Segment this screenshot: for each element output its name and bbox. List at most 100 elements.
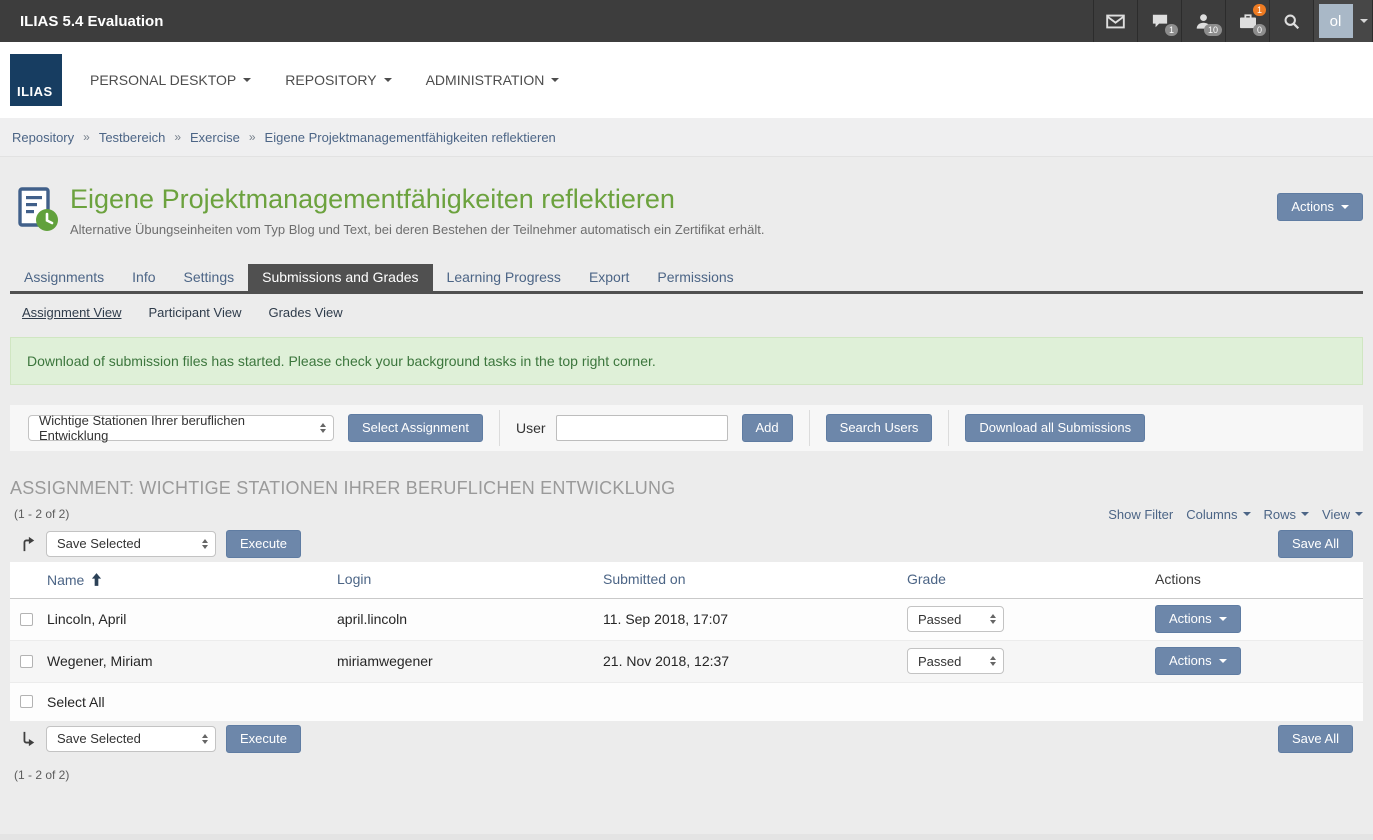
breadcrumb: Repository » Testbereich » Exercise » Ei… [0, 118, 1373, 157]
nav-personal-desktop[interactable]: PERSONAL DESKTOP [90, 72, 251, 88]
tab-bar: Assignments Info Settings Submissions an… [10, 264, 1363, 291]
top-bar: ILIAS 5.4 Evaluation 1 10 1 0 ol [0, 0, 1373, 42]
select-spinner-icon [990, 614, 996, 624]
chat-badge: 1 [1165, 24, 1178, 36]
row-actions-button[interactable]: Actions [1155, 647, 1241, 675]
bulk-actions-bottom: Save Selected Execute Save All [10, 721, 1363, 757]
main-header: ILIAS PERSONAL DESKTOP REPOSITORY ADMINI… [0, 42, 1373, 118]
tab-permissions[interactable]: Permissions [643, 264, 747, 291]
breadcrumb-testbereich[interactable]: Testbereich [99, 130, 165, 145]
table-row: Wegener, Miriam miriamwegener 21. Nov 20… [10, 641, 1363, 683]
execute-button-top[interactable]: Execute [226, 530, 301, 558]
envelope-icon [1106, 14, 1125, 29]
show-filter-link[interactable]: Show Filter [1108, 507, 1173, 522]
divider [948, 410, 949, 446]
bulk-action-select[interactable]: Save Selected [46, 726, 216, 752]
breadcrumb-separator: » [83, 130, 90, 144]
users-badge: 10 [1204, 24, 1222, 36]
ilias-logo[interactable]: ILIAS [10, 54, 62, 106]
selector-panel: Wichtige Stationen Ihrer beruflichen Ent… [10, 405, 1363, 451]
participant-login: april.lincoln [337, 611, 407, 627]
sort-ascending-icon [91, 573, 102, 586]
users-icon[interactable]: 10 [1181, 0, 1225, 42]
result-range: (1 - 2 of 2) [10, 507, 69, 521]
table-toolbar: (1 - 2 of 2) Show Filter Columns Rows Vi… [10, 507, 1363, 522]
row-checkbox[interactable] [20, 613, 33, 626]
save-all-button-top[interactable]: Save All [1278, 530, 1353, 558]
main-nav: PERSONAL DESKTOP REPOSITORY ADMINISTRATI… [90, 72, 559, 88]
chevron-down-icon [1360, 19, 1368, 23]
select-spinner-icon [202, 539, 208, 549]
submissions-table: Save Selected Execute Save All Name Logi… [10, 526, 1363, 757]
tasks-new-badge: 1 [1253, 4, 1266, 16]
subtab-assignment-view[interactable]: Assignment View [22, 305, 121, 320]
page-bottom-strip [0, 834, 1373, 840]
column-header-name[interactable]: Name [47, 572, 84, 588]
search-icon[interactable] [1269, 0, 1313, 42]
column-header-login[interactable]: Login [337, 571, 371, 587]
background-tasks-icon[interactable]: 1 0 [1225, 0, 1269, 42]
column-header-actions: Actions [1155, 571, 1201, 587]
breadcrumb-exercise[interactable]: Exercise [190, 130, 240, 145]
submitted-on: 21. Nov 2018, 12:37 [603, 653, 729, 669]
page-actions-button[interactable]: Actions [1277, 193, 1363, 221]
tab-learning-progress[interactable]: Learning Progress [433, 264, 575, 291]
breadcrumb-repository[interactable]: Repository [12, 130, 74, 145]
tab-assignments[interactable]: Assignments [10, 264, 118, 291]
magnifier-icon [1283, 13, 1300, 30]
bulk-action-select[interactable]: Save Selected [46, 531, 216, 557]
select-spinner-icon [320, 423, 326, 433]
select-all-checkbox[interactable] [20, 695, 33, 708]
search-users-button[interactable]: Search Users [826, 414, 933, 442]
grade-select[interactable]: Passed [907, 648, 1004, 674]
tasks-done-badge: 0 [1253, 24, 1266, 36]
tab-settings[interactable]: Settings [170, 264, 249, 291]
column-header-grade[interactable]: Grade [907, 571, 946, 587]
subtab-grades-view[interactable]: Grades View [268, 305, 342, 320]
tab-submissions-and-grades[interactable]: Submissions and Grades [248, 264, 432, 291]
chevron-down-icon [1355, 512, 1363, 516]
title-block: Eigene Projektmanagementfähigkeiten refl… [70, 185, 764, 237]
topbar-icon-group: 1 10 1 0 ol [1093, 0, 1373, 42]
user-label: User [516, 420, 546, 436]
download-all-submissions-button[interactable]: Download all Submissions [965, 414, 1145, 442]
user-input[interactable] [556, 415, 728, 441]
breadcrumb-current[interactable]: Eigene Projektmanagementfähigkeiten refl… [265, 130, 556, 145]
divider [809, 410, 810, 446]
page-description: Alternative Übungseinheiten vom Typ Blog… [70, 222, 764, 237]
nav-administration[interactable]: ADMINISTRATION [426, 72, 560, 88]
chevron-down-icon [1219, 617, 1227, 621]
participant-login: miriamwegener [337, 653, 433, 669]
select-all-row: Select All [10, 683, 1363, 721]
success-message: Download of submission files has started… [10, 337, 1363, 385]
assignment-heading: ASSIGNMENT: WICHTIGE STATIONEN IHRER BER… [10, 478, 1363, 499]
assignment-select[interactable]: Wichtige Stationen Ihrer beruflichen Ent… [28, 415, 334, 441]
grade-select[interactable]: Passed [907, 606, 1004, 632]
columns-dropdown[interactable]: Columns [1186, 507, 1250, 522]
table-header-row: Name Login Submitted on Grade Actions [10, 562, 1363, 599]
select-spinner-icon [202, 734, 208, 744]
tab-export[interactable]: Export [575, 264, 643, 291]
tab-info[interactable]: Info [118, 264, 169, 291]
participant-name: Wegener, Miriam [47, 653, 153, 669]
view-dropdown[interactable]: View [1322, 507, 1363, 522]
rows-dropdown[interactable]: Rows [1264, 507, 1310, 522]
execute-button-bottom[interactable]: Execute [226, 725, 301, 753]
table-row: Lincoln, April april.lincoln 11. Sep 201… [10, 599, 1363, 641]
save-all-button-bottom[interactable]: Save All [1278, 725, 1353, 753]
chevron-down-icon [243, 78, 251, 82]
row-checkbox[interactable] [20, 655, 33, 668]
user-menu[interactable]: ol [1313, 0, 1373, 42]
bulk-actions-top: Save Selected Execute Save All [10, 526, 1363, 562]
column-header-submitted-on[interactable]: Submitted on [603, 571, 686, 587]
mail-icon[interactable] [1093, 0, 1137, 42]
chevron-down-icon [1301, 512, 1309, 516]
result-range-bottom: (1 - 2 of 2) [10, 768, 1363, 782]
select-assignment-button[interactable]: Select Assignment [348, 414, 483, 442]
participant-name: Lincoln, April [47, 611, 126, 627]
chat-icon[interactable]: 1 [1137, 0, 1181, 42]
subtab-participant-view[interactable]: Participant View [148, 305, 241, 320]
nav-repository[interactable]: REPOSITORY [285, 72, 391, 88]
row-actions-button[interactable]: Actions [1155, 605, 1241, 633]
add-user-button[interactable]: Add [742, 414, 793, 442]
